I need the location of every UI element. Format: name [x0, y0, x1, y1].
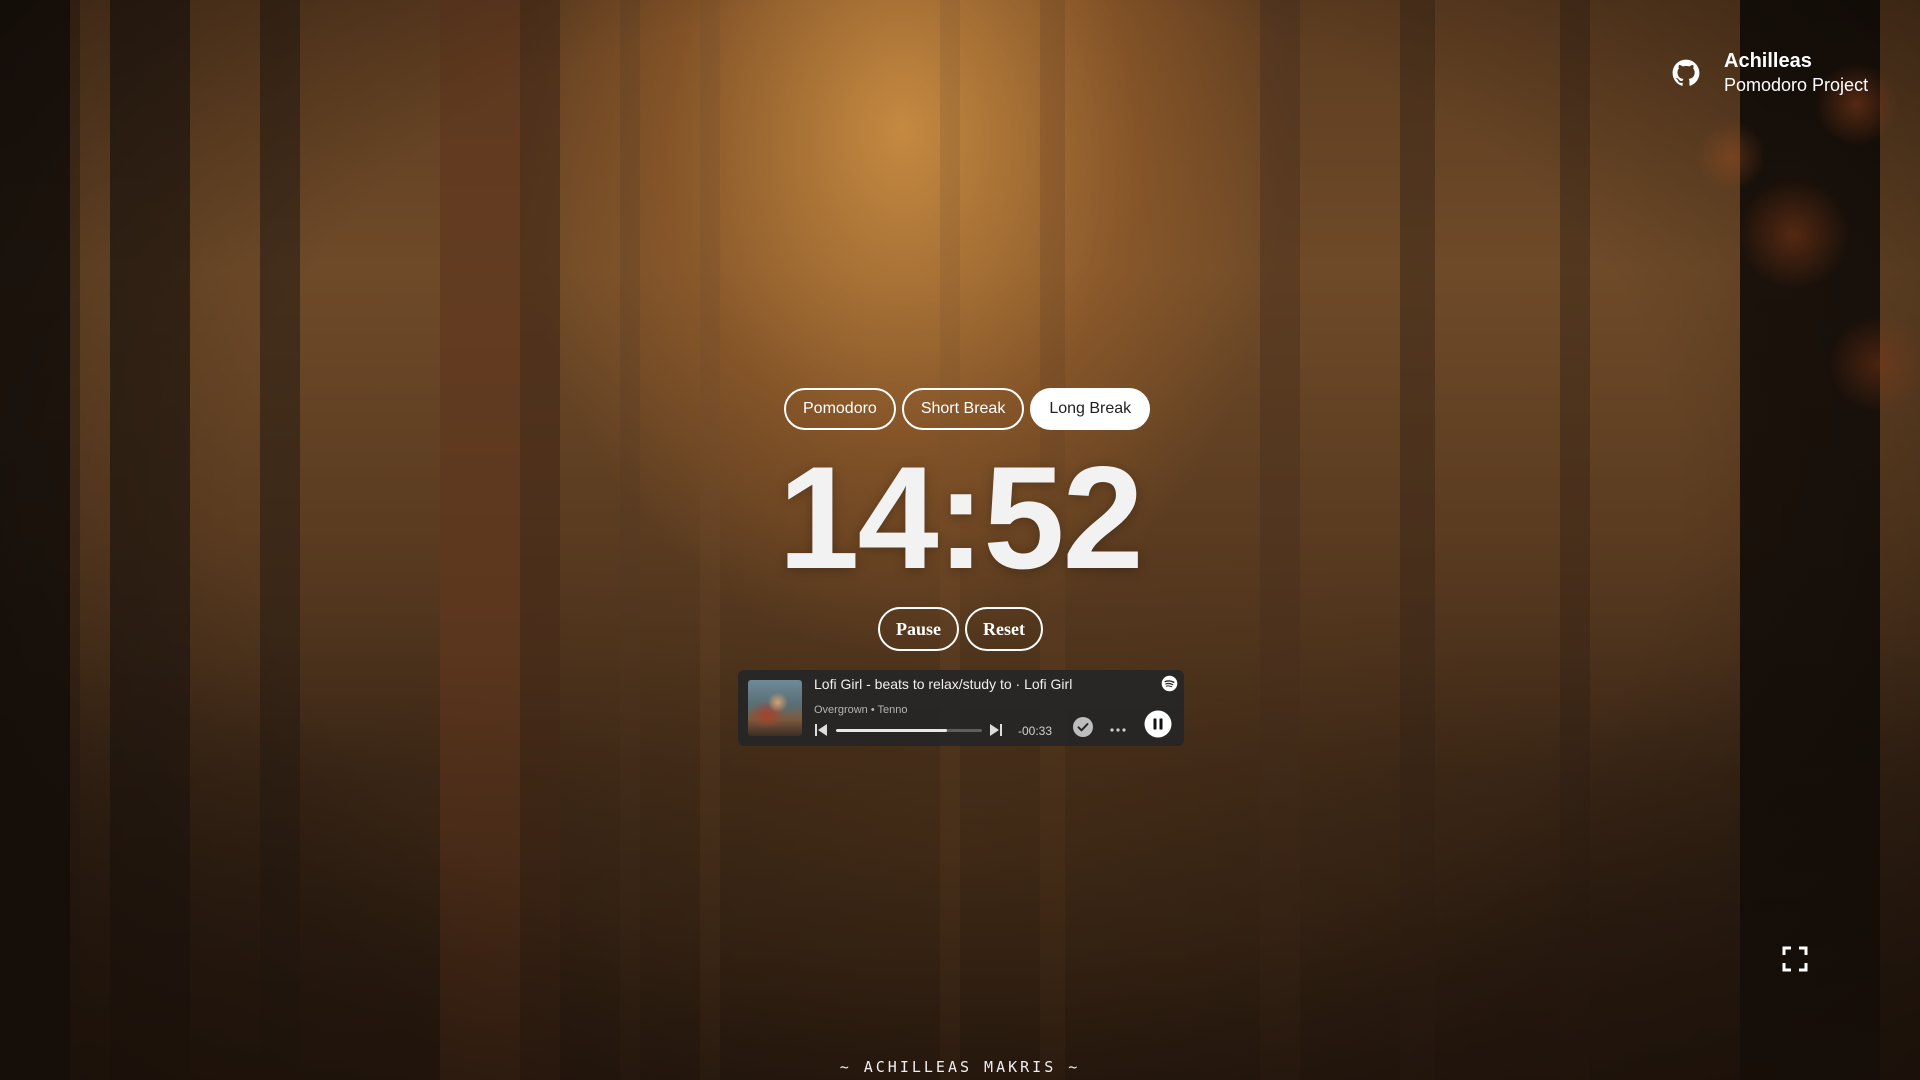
tab-pomodoro[interactable]: Pomodoro: [784, 388, 896, 430]
album-art[interactable]: [748, 680, 802, 736]
profile-text: Achilleas Pomodoro Project: [1724, 48, 1868, 97]
mode-tabs: Pomodoro Short Break Long Break: [784, 388, 1151, 430]
github-icon[interactable]: [1672, 59, 1700, 87]
spotify-player: Lofi Girl - beats to relax/study to · Lo…: [738, 670, 1184, 746]
track-title[interactable]: Lofi Girl - beats to relax/study to · Lo…: [814, 676, 1072, 692]
timer-display: 14:52: [778, 436, 1143, 599]
pause-circle-icon[interactable]: [1144, 710, 1172, 738]
profile-subtitle: Pomodoro Project: [1724, 75, 1869, 95]
time-remaining: -00:33: [1018, 724, 1053, 738]
more-icon[interactable]: [1108, 719, 1128, 739]
profile-link[interactable]: Achilleas Pomodoro Project: [1672, 48, 1868, 97]
pause-button[interactable]: Pause: [878, 607, 959, 651]
check-circle-icon[interactable]: [1072, 716, 1094, 738]
track-subtitle[interactable]: Overgrown • Tenno: [814, 704, 908, 716]
timer-controls: Pause Reset: [878, 607, 1043, 651]
reset-button[interactable]: Reset: [965, 607, 1043, 651]
tab-long-break[interactable]: Long Break: [1030, 388, 1151, 430]
fullscreen-icon[interactable]: [1782, 946, 1808, 972]
tab-short-break[interactable]: Short Break: [901, 388, 1025, 430]
next-track-icon[interactable]: [989, 723, 1003, 737]
progress-bar[interactable]: [836, 729, 982, 732]
footer-credit: ~ ACHILLEAS MAKRIS ~: [839, 1058, 1081, 1076]
previous-track-icon[interactable]: [814, 723, 828, 737]
spotify-icon[interactable]: [1161, 675, 1178, 692]
profile-name: Achilleas: [1724, 50, 1812, 72]
progress-fill: [836, 729, 947, 732]
